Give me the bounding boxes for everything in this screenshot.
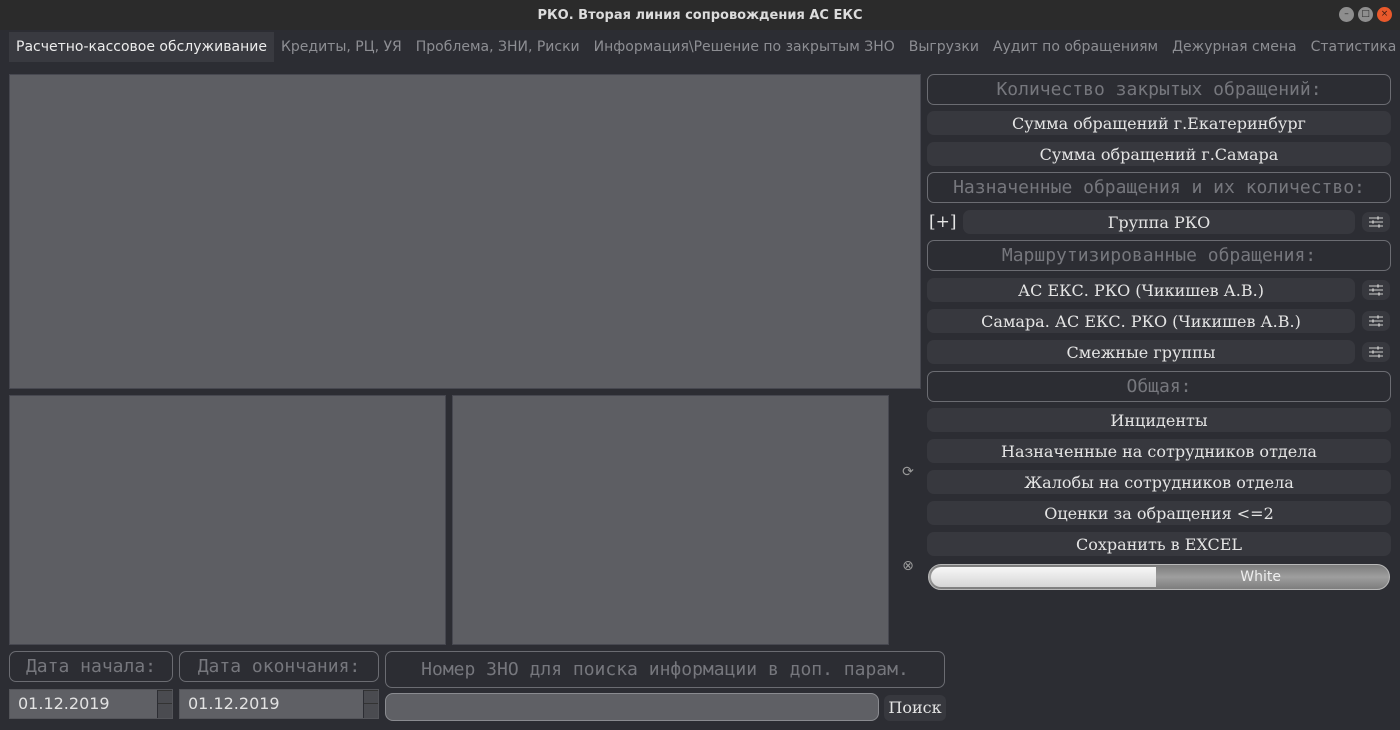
closed-requests-header: Количество закрытых обращений:: [927, 74, 1391, 105]
save-excel-button[interactable]: Сохранить в EXCEL: [927, 532, 1391, 556]
expand-button[interactable]: [+]: [929, 212, 957, 232]
incidents-button[interactable]: Инциденты: [927, 408, 1391, 432]
tab-problems[interactable]: Проблема, ЗНИ, Риски: [409, 32, 587, 62]
maximize-icon[interactable]: □: [1358, 7, 1373, 22]
theme-slider[interactable]: White: [928, 564, 1390, 590]
end-date-spinner[interactable]: [363, 690, 378, 718]
tab-rko[interactable]: Расчетно-кассовое обслуживание: [9, 32, 274, 62]
clear-icon[interactable]: ⊗: [897, 555, 919, 577]
related-groups-settings-icon[interactable]: [1362, 342, 1390, 362]
samara-rko-settings-icon[interactable]: [1362, 311, 1390, 331]
tab-statistics[interactable]: Статистика: [1304, 32, 1400, 62]
related-groups-button[interactable]: Смежные группы: [927, 340, 1355, 364]
tab-audit[interactable]: Аудит по обращениям: [986, 32, 1165, 62]
start-date-input[interactable]: 01.12.2019: [9, 689, 173, 719]
samara-as-eks-rko-button[interactable]: Самара. АС ЕКС. РКО (Чикишев А.В.): [927, 309, 1355, 333]
theme-slider-fill: [931, 567, 1157, 587]
main-table-panel[interactable]: [9, 74, 921, 389]
close-icon[interactable]: ×: [1377, 7, 1392, 22]
zno-search-input[interactable]: [385, 693, 879, 721]
left-table-panel[interactable]: [9, 395, 446, 645]
sum-samara-button[interactable]: Сумма обращений г.Самара: [927, 142, 1391, 166]
assigned-requests-header: Назначенные обращения и их количество:: [927, 172, 1391, 203]
refresh-icon[interactable]: ⟳: [897, 461, 919, 483]
start-date-value: 01.12.2019: [18, 694, 110, 713]
right-table-panel[interactable]: [452, 395, 889, 645]
group-rko-settings-icon[interactable]: [1362, 212, 1390, 232]
assigned-staff-button[interactable]: Назначенные на сотрудников отдела: [927, 439, 1391, 463]
as-eks-rko-settings-icon[interactable]: [1362, 280, 1390, 300]
tab-info-closed[interactable]: Информация\Решение по закрытым ЗНО: [587, 32, 902, 62]
tab-bar: Расчетно-кассовое обслуживание Кредиты, …: [9, 32, 1400, 62]
end-date-value: 01.12.2019: [188, 694, 280, 713]
routed-requests-header: Маршрутизированные обращения:: [927, 240, 1391, 271]
as-eks-rko-button[interactable]: АС ЕКС. РКО (Чикишев А.В.): [927, 278, 1355, 302]
theme-slider-label: White: [1240, 569, 1281, 585]
title-bar: РКО. Вторая линия сопровождения АС ЕКС –…: [0, 0, 1400, 30]
window-title: РКО. Вторая линия сопровождения АС ЕКС: [537, 7, 863, 23]
tab-credits[interactable]: Кредиты, РЦ, УЯ: [274, 32, 409, 62]
minimize-icon[interactable]: –: [1339, 7, 1354, 22]
tab-duty[interactable]: Дежурная смена: [1165, 32, 1304, 62]
ratings-button[interactable]: Оценки за обращения <=2: [927, 501, 1391, 525]
group-rko-button[interactable]: Группа РКО: [963, 210, 1355, 234]
search-button[interactable]: Поиск: [884, 695, 946, 721]
tab-exports[interactable]: Выгрузки: [902, 32, 986, 62]
end-date-label: Дата окончания:: [179, 651, 379, 682]
start-date-spinner[interactable]: [157, 690, 172, 718]
sum-ekb-button[interactable]: Сумма обращений г.Екатеринбург: [927, 111, 1391, 135]
complaints-staff-button[interactable]: Жалобы на сотрудников отдела: [927, 470, 1391, 494]
general-header: Общая:: [927, 371, 1391, 402]
search-label: Номер ЗНО для поиска информации в доп. п…: [385, 651, 945, 688]
start-date-label: Дата начала:: [9, 651, 173, 682]
end-date-input[interactable]: 01.12.2019: [179, 689, 379, 719]
